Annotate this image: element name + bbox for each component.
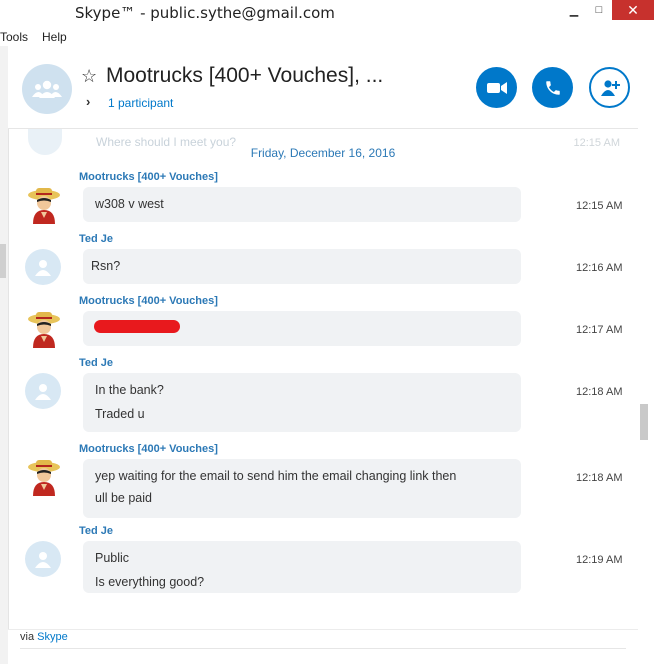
straw-hat-avatar[interactable] bbox=[27, 186, 61, 224]
video-call-button[interactable] bbox=[476, 67, 517, 108]
message-bubble[interactable]: Rsn? bbox=[83, 249, 521, 284]
close-icon: ✕ bbox=[627, 1, 639, 18]
compose-divider bbox=[20, 648, 626, 649]
message-sender[interactable]: Ted Je bbox=[79, 525, 113, 537]
group-avatar[interactable] bbox=[22, 64, 72, 114]
chevron-right-icon[interactable]: › bbox=[86, 94, 90, 109]
message-sender[interactable]: Mootrucks [400+ Vouches] bbox=[79, 295, 218, 307]
message-text: yep waiting for the email to send him th… bbox=[95, 469, 457, 483]
maximize-button[interactable]: □ bbox=[585, 0, 613, 20]
window-title: Skype™ - public.sythe@gmail.com bbox=[75, 4, 335, 22]
scrollbar-thumb[interactable] bbox=[640, 404, 648, 440]
conversation-title[interactable]: Mootrucks [400+ Vouches], ... bbox=[106, 64, 383, 88]
message-sender[interactable]: Ted Je bbox=[79, 233, 113, 245]
message-text: w308 v west bbox=[95, 197, 164, 211]
audio-call-button[interactable] bbox=[532, 67, 573, 108]
message-sender[interactable]: Mootrucks [400+ Vouches] bbox=[79, 171, 218, 183]
message-text: In the bank? bbox=[95, 383, 164, 397]
conversation-footer: via Skype bbox=[8, 629, 638, 665]
date-divider: Friday, December 16, 2016 bbox=[250, 146, 396, 160]
person-icon bbox=[35, 384, 51, 400]
message-bubble[interactable] bbox=[83, 311, 521, 346]
message-time: 12:19 AM bbox=[576, 554, 623, 566]
message-text: Public bbox=[95, 551, 130, 565]
add-participant-button[interactable] bbox=[589, 67, 630, 108]
menu-bar: Tools Help bbox=[0, 28, 654, 46]
message-time: 12:15 AM bbox=[576, 200, 623, 212]
person-icon bbox=[35, 552, 51, 568]
phone-icon bbox=[545, 80, 560, 95]
message-time: 12:17 AM bbox=[576, 324, 623, 336]
conversation-header: ☆ Mootrucks [400+ Vouches], ... › 1 part… bbox=[8, 46, 638, 129]
message-list[interactable]: Where should I meet you? 12:15 AM Friday… bbox=[8, 129, 638, 629]
via-label: via Skype bbox=[20, 631, 68, 643]
message-bubble[interactable]: Public Is everything good? bbox=[83, 541, 521, 593]
star-icon[interactable]: ☆ bbox=[81, 66, 97, 87]
message-text: Is everything good? bbox=[95, 575, 205, 589]
message-time: 12:16 AM bbox=[576, 262, 623, 274]
message-text: ull be paid bbox=[95, 491, 152, 505]
scrollbar[interactable] bbox=[638, 46, 654, 664]
via-prefix: via bbox=[20, 631, 35, 643]
message-bubble[interactable]: w308 v west bbox=[83, 187, 521, 222]
person-icon bbox=[35, 260, 51, 276]
add-person-icon bbox=[600, 79, 620, 96]
minimize-button[interactable]: ▁ bbox=[560, 0, 588, 20]
straw-hat-avatar[interactable] bbox=[27, 458, 61, 496]
participants-count[interactable]: 1 participant bbox=[108, 96, 173, 110]
left-edge bbox=[0, 46, 8, 664]
message-bubble[interactable]: yep waiting for the email to send him th… bbox=[83, 459, 521, 518]
via-skype-link[interactable]: Skype bbox=[37, 631, 68, 643]
maximize-icon: □ bbox=[595, 4, 603, 16]
message-time: 12:18 AM bbox=[576, 386, 623, 398]
message-sender[interactable]: Mootrucks [400+ Vouches] bbox=[79, 443, 218, 455]
redaction-mark bbox=[94, 320, 180, 333]
default-avatar[interactable] bbox=[25, 541, 61, 577]
message-sender[interactable]: Ted Je bbox=[79, 357, 113, 369]
video-icon bbox=[486, 81, 507, 94]
minimize-icon: ▁ bbox=[569, 4, 579, 17]
default-avatar[interactable] bbox=[25, 373, 61, 409]
message-text: Rsn? bbox=[91, 259, 121, 273]
message-text: Traded u bbox=[95, 407, 145, 421]
title-bar: Skype™ - public.sythe@gmail.com ▁ □ ✕ bbox=[0, 0, 654, 29]
left-edge-marker bbox=[0, 244, 6, 278]
default-avatar[interactable] bbox=[25, 249, 61, 285]
menu-item-tools[interactable]: Tools bbox=[0, 30, 28, 44]
group-icon bbox=[32, 80, 62, 98]
close-button[interactable]: ✕ bbox=[612, 0, 654, 20]
message-time: 12:18 AM bbox=[576, 472, 623, 484]
menu-item-help[interactable]: Help bbox=[42, 30, 67, 44]
message-bubble[interactable]: In the bank? Traded u bbox=[83, 373, 521, 432]
straw-hat-avatar[interactable] bbox=[27, 310, 61, 348]
